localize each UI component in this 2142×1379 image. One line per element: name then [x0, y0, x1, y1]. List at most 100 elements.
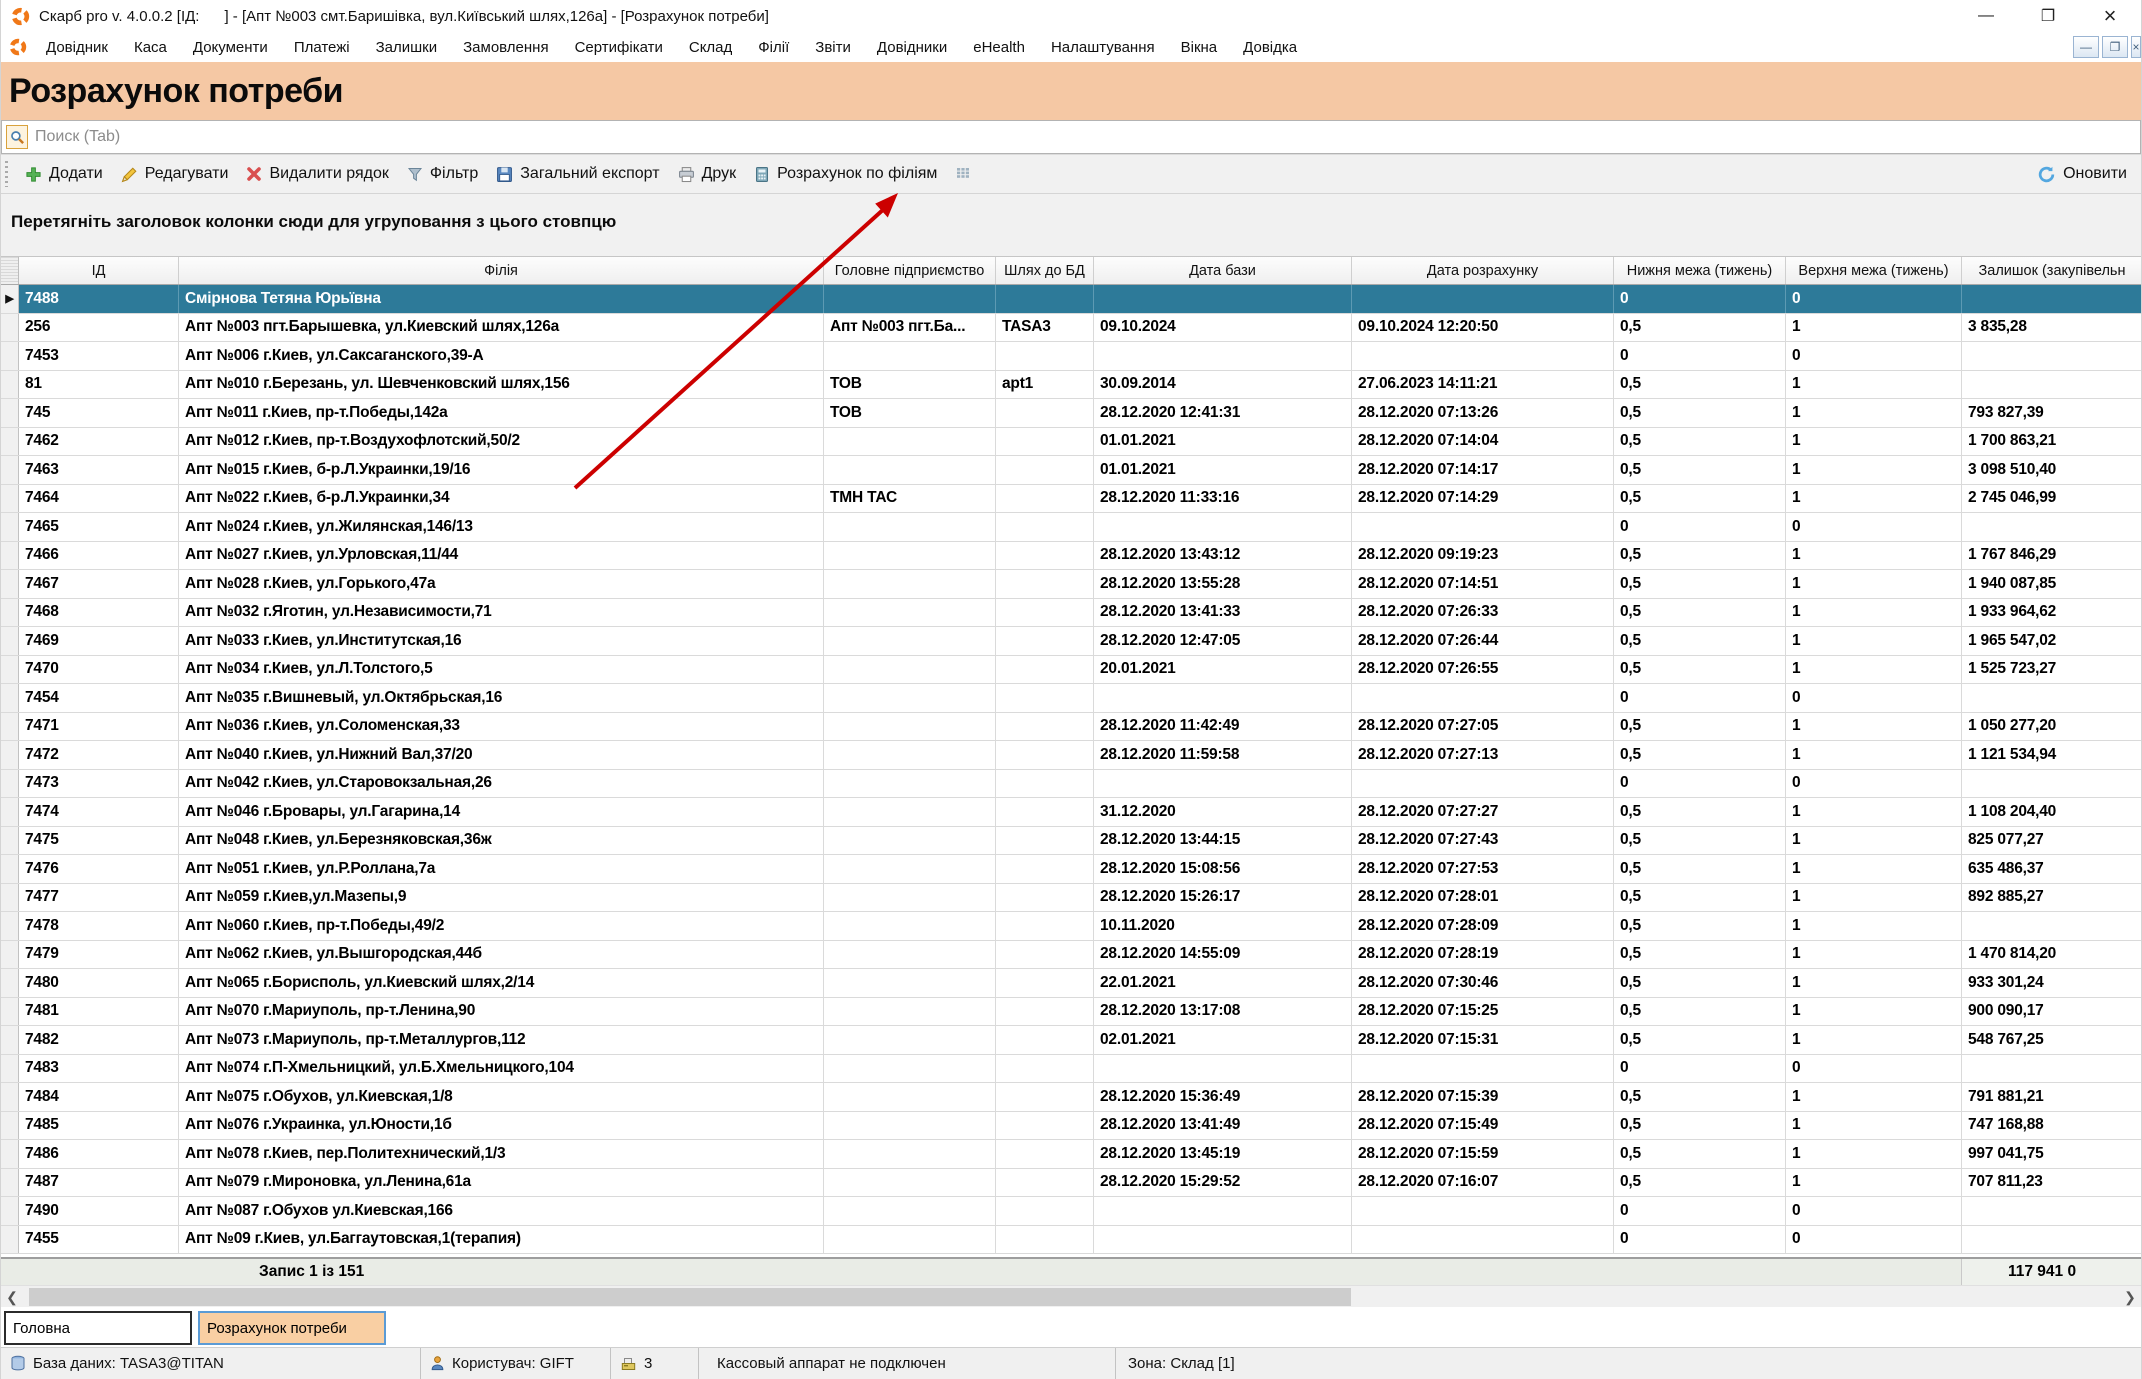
table-row[interactable]: 7486Апт №078 г.Киев, пер.Политехнический… — [1, 1140, 2141, 1169]
table-row[interactable]: 7463Апт №015 г.Киев, б-р.Л.Украинки,19/1… — [1, 456, 2141, 485]
table-row[interactable]: 7466Апт №027 г.Киев, ул.Урловская,11/442… — [1, 542, 2141, 571]
column-header-6[interactable]: Дата розрахунку — [1352, 257, 1614, 284]
cell-col4 — [996, 1055, 1094, 1083]
menu-item-7[interactable]: Сертифікати — [562, 36, 676, 59]
print-button[interactable]: Друк — [669, 160, 746, 188]
table-row[interactable]: 256Апт №003 пгт.Барышевка, ул.Киевский ш… — [1, 314, 2141, 343]
database-icon — [10, 1355, 26, 1372]
table-row[interactable]: 7467Апт №028 г.Киев, ул.Горького,47а28.1… — [1, 570, 2141, 599]
cell-col2: Апт №003 пгт.Барышевка, ул.Киевский шлях… — [179, 314, 824, 342]
menu-item-14[interactable]: Вікна — [1168, 36, 1231, 59]
table-row[interactable]: 7465Апт №024 г.Киев, ул.Жилянская,146/13… — [1, 513, 2141, 542]
table-row[interactable]: 7454Апт №035 г.Вишневый, ул.Октябрьская,… — [1, 684, 2141, 713]
column-header-2[interactable]: Філія — [179, 257, 824, 284]
cell-col5: 28.12.2020 13:44:15 — [1094, 827, 1352, 855]
menu-item-3[interactable]: Документи — [180, 36, 281, 59]
menu-item-12[interactable]: eHealth — [960, 36, 1038, 59]
group-by-area[interactable]: Перетягніть заголовок колонки сюди для у… — [1, 194, 2141, 256]
table-row[interactable]: 7477Апт №059 г.Киев,ул.Мазепы,928.12.202… — [1, 884, 2141, 913]
table-row[interactable]: 81Апт №010 г.Березань, ул. Шевченковский… — [1, 371, 2141, 400]
menu-item-11[interactable]: Довідники — [864, 36, 960, 59]
scroll-left-arrow-icon[interactable]: ❮ — [1, 1286, 23, 1308]
table-row[interactable]: 7453Апт №006 г.Киев, ул.Саксаганского,39… — [1, 342, 2141, 371]
search-bar[interactable]: Поиск (Tab) — [1, 120, 2141, 154]
menu-item-10[interactable]: Звіти — [802, 36, 864, 59]
columns-button[interactable] — [946, 161, 980, 187]
table-row[interactable]: 7473Апт №042 г.Киев, ул.Старовокзальная,… — [1, 770, 2141, 799]
table-row[interactable]: 7471Апт №036 г.Киев, ул.Соломенская,3328… — [1, 713, 2141, 742]
filter-button[interactable]: Фільтр — [398, 160, 487, 188]
horizontal-scrollbar[interactable]: ❮ ❯ — [1, 1285, 2141, 1307]
cell-col4 — [996, 1083, 1094, 1111]
table-row[interactable]: 7472Апт №040 г.Киев, ул.Нижний Вал,37/20… — [1, 741, 2141, 770]
column-header-4[interactable]: Шлях до БД — [996, 257, 1094, 284]
menu-item-1[interactable]: Довідник — [33, 36, 121, 59]
scrollbar-thumb[interactable] — [29, 1288, 1351, 1306]
cell-col7: 0 — [1614, 342, 1786, 370]
cell-col6: 28.12.2020 07:28:01 — [1352, 884, 1614, 912]
cell-col7: 0 — [1614, 1055, 1786, 1083]
column-header-3[interactable]: Головне підприємство — [824, 257, 996, 284]
delete-row-button[interactable]: Видалити рядок — [237, 160, 397, 188]
table-row[interactable]: 7455Апт №09 г.Киев, ул.Баггаутовская,1(т… — [1, 1226, 2141, 1255]
calc-by-branches-button[interactable]: Розрахунок по філіям — [745, 160, 946, 188]
table-row[interactable]: 7485Апт №076 г.Украинка, ул.Юности,1б28.… — [1, 1112, 2141, 1141]
mdi-restore-button[interactable]: ❐ — [2102, 36, 2128, 58]
refresh-button[interactable]: Оновити — [2028, 160, 2141, 189]
export-button[interactable]: Загальний експорт — [487, 160, 668, 188]
menu-item-2[interactable]: Каса — [121, 36, 180, 59]
column-header-9[interactable]: Залишок (закупівельн — [1962, 257, 2141, 284]
refresh-icon — [2037, 165, 2056, 184]
tab-2[interactable]: Розрахунок потреби — [198, 1311, 386, 1345]
table-row[interactable]: 7487Апт №079 г.Мироновка, ул.Ленина,61а2… — [1, 1169, 2141, 1198]
table-row[interactable]: 7468Апт №032 г.Яготин, ул.Независимости,… — [1, 599, 2141, 628]
table-row[interactable]: 7479Апт №062 г.Киев, ул.Вышгородская,44б… — [1, 941, 2141, 970]
add-button[interactable]: Додати — [16, 160, 112, 188]
table-row[interactable]: 7484Апт №075 г.Обухов, ул.Киевская,1/828… — [1, 1083, 2141, 1112]
menu-item-9[interactable]: Філії — [745, 36, 802, 59]
table-row[interactable]: 7483Апт №074 г.П-Хмельницкий, ул.Б.Хмель… — [1, 1055, 2141, 1084]
menu-item-15[interactable]: Довідка — [1230, 36, 1310, 59]
edit-button[interactable]: Редагувати — [112, 160, 238, 188]
table-row[interactable]: 7475Апт №048 г.Киев, ул.Березняковская,3… — [1, 827, 2141, 856]
column-header-7[interactable]: Нижня межа (тижень) — [1614, 257, 1786, 284]
table-row[interactable]: 7478Апт №060 г.Киев, пр-т.Победы,49/210.… — [1, 912, 2141, 941]
column-header-5[interactable]: Дата бази — [1094, 257, 1352, 284]
tab-1[interactable]: Головна — [4, 1311, 192, 1345]
row-marker — [1, 399, 19, 427]
window-restore-button[interactable]: ❐ — [2017, 0, 2079, 32]
menu-item-13[interactable]: Налаштування — [1038, 36, 1168, 59]
table-row[interactable]: 7470Апт №034 г.Киев, ул.Л.Толстого,520.0… — [1, 656, 2141, 685]
cell-col7: 0,5 — [1614, 428, 1786, 456]
window-minimize-button[interactable]: — — [1955, 0, 2017, 32]
table-row[interactable]: 745Апт №011 г.Киев, пр-т.Победы,142аТОВ2… — [1, 399, 2141, 428]
cell-col1: 7490 — [19, 1197, 179, 1225]
table-row[interactable]: 7464Апт №022 г.Киев, б-р.Л.Украинки,34ТМ… — [1, 485, 2141, 514]
menu-item-6[interactable]: Замовлення — [450, 36, 561, 59]
cell-col7: 0,5 — [1614, 570, 1786, 598]
table-row[interactable]: 7476Апт №051 г.Киев, ул.Р.Роллана,7а28.1… — [1, 855, 2141, 884]
menu-item-8[interactable]: Склад — [676, 36, 745, 59]
table-row[interactable]: 7481Апт №070 г.Мариуполь, пр-т.Ленина,90… — [1, 998, 2141, 1027]
table-row[interactable]: 7482Апт №073 г.Мариуполь, пр-т.Металлург… — [1, 1026, 2141, 1055]
table-row[interactable]: 7462Апт №012 г.Киев, пр-т.Воздухофлотски… — [1, 428, 2141, 457]
column-header-8[interactable]: Верхня межа (тижень) — [1786, 257, 1962, 284]
search-input[interactable]: Поиск (Tab) — [35, 128, 120, 146]
mdi-minimize-button[interactable]: — — [2073, 36, 2099, 58]
table-row[interactable]: ▶7488Смірнова Тетяна Юрьївна00 — [1, 285, 2141, 314]
toolbar-grip[interactable] — [5, 161, 8, 187]
table-row[interactable]: 7490Апт №087 г.Обухов ул.Киевская,16600 — [1, 1197, 2141, 1226]
cell-col2: Апт №074 г.П-Хмельницкий, ул.Б.Хмельницк… — [179, 1055, 824, 1083]
window-close-button[interactable]: × — [2079, 0, 2141, 32]
scroll-right-arrow-icon[interactable]: ❯ — [2119, 1286, 2141, 1308]
table-row[interactable]: 7480Апт №065 г.Борисполь, ул.Киевский шл… — [1, 969, 2141, 998]
cell-col6: 28.12.2020 07:15:31 — [1352, 1026, 1614, 1054]
column-header-1[interactable]: ІД — [19, 257, 179, 284]
menu-item-5[interactable]: Залишки — [363, 36, 451, 59]
cell-col1: 7478 — [19, 912, 179, 940]
mdi-close-button[interactable]: × — [2131, 36, 2141, 58]
table-row[interactable]: 7474Апт №046 г.Бровары, ул.Гагарина,1431… — [1, 798, 2141, 827]
table-row[interactable]: 7469Апт №033 г.Киев, ул.Институтская,162… — [1, 627, 2141, 656]
cell-col6: 28.12.2020 07:28:19 — [1352, 941, 1614, 969]
menu-item-4[interactable]: Платежі — [281, 36, 363, 59]
